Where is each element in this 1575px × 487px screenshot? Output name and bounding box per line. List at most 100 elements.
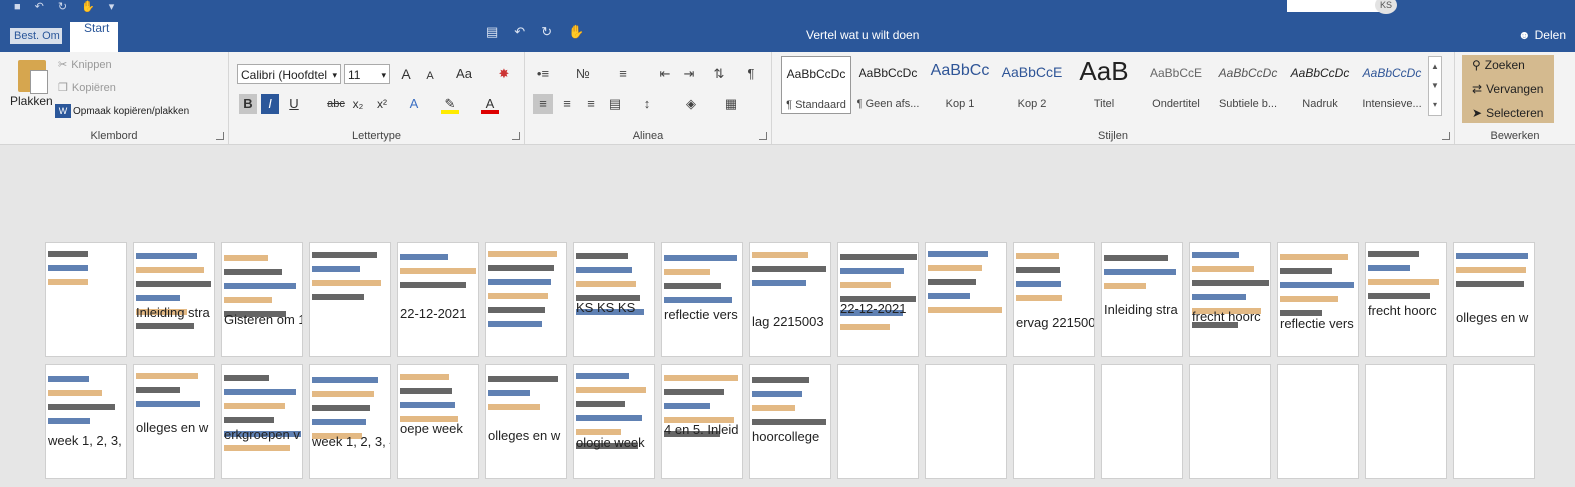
font-color-button[interactable]: A (481, 94, 499, 114)
file-thumbnail[interactable]: hoorcollege (749, 364, 831, 479)
style-subtle-emphasis[interactable]: AaBbCcDc Subtiele b... (1213, 56, 1283, 114)
font-size-combo[interactable]: 11 ▾ (344, 64, 390, 84)
file-thumbnail[interactable]: ologie week (573, 364, 655, 479)
file-thumbnail[interactable]: week 1, 2, 3, 4 (309, 364, 391, 479)
save-icon[interactable]: ■ (14, 0, 21, 14)
file-thumbnail[interactable]: 22-12-2021 (397, 242, 479, 357)
italic-button[interactable]: I (261, 94, 279, 114)
file-thumbnail[interactable] (485, 242, 567, 357)
file-thumbnail[interactable]: 22-12-2021 (837, 242, 919, 357)
multilevel-list-icon[interactable]: ≡ (613, 64, 633, 84)
layout-icon[interactable]: ▤ (486, 24, 498, 40)
file-thumbnail[interactable]: lag 2215003 (749, 242, 831, 357)
paste-icon[interactable] (18, 60, 48, 94)
file-thumbnail[interactable]: oepe week (397, 364, 479, 479)
style-intense-emphasis[interactable]: AaBbCcDc Intensieve... (1357, 56, 1427, 114)
share-button[interactable]: ☻ Delen (1518, 28, 1566, 42)
copy-button[interactable]: ❐ Kopiëren (58, 81, 116, 95)
show-marks-button[interactable]: ¶ (741, 64, 761, 84)
bold-button[interactable]: B (239, 94, 257, 114)
file-thumbnail[interactable] (309, 242, 391, 357)
file-thumbnail[interactable]: 4 en 5. Inleid (661, 364, 743, 479)
file-thumbnail[interactable]: week 1, 2, 3, (45, 364, 127, 479)
sort-icon[interactable]: ⇅ (709, 64, 729, 84)
redo-icon-2[interactable]: ↻ (541, 24, 552, 40)
file-thumbnail[interactable]: frecht hoorc (1189, 242, 1271, 357)
cut-button[interactable]: ✂ Knippen (58, 58, 112, 72)
clear-formatting-icon[interactable]: ✸ (495, 64, 513, 84)
style-heading-2[interactable]: AaBbCcE Kop 2 (997, 56, 1067, 114)
paragraph-launcher-icon[interactable] (759, 132, 767, 140)
file-thumbnail[interactable]: olleges en w (1453, 242, 1535, 357)
chevron-down-icon[interactable]: ▼ (1429, 76, 1441, 95)
style-subtitle[interactable]: AaBbCcE Ondertitel (1141, 56, 1211, 114)
bullets-icon[interactable]: •≡ (533, 64, 553, 84)
align-right-icon[interactable]: ≡ (581, 94, 601, 114)
file-thumbnail[interactable] (925, 364, 1007, 479)
redo-icon[interactable]: ↻ (58, 0, 67, 14)
file-thumbnail[interactable]: Inleiding stra (133, 242, 215, 357)
superscript-button[interactable]: x² (373, 94, 391, 114)
styles-gallery-scroll[interactable]: ▲ ▼ ▾ (1428, 56, 1442, 116)
tell-me-search[interactable]: Vertel wat u wilt doen (806, 28, 919, 42)
file-thumbnail[interactable] (1013, 364, 1095, 479)
file-thumbnail[interactable]: ervag 2215003 (1013, 242, 1095, 357)
tab-file[interactable]: Best. Om (10, 28, 62, 44)
undo-icon[interactable]: ↶ (35, 0, 44, 14)
subscript-button[interactable]: x₂ (349, 94, 367, 114)
style-standard[interactable]: AaBbCcDc ¶ Standaard (781, 56, 851, 114)
file-thumbnail[interactable]: erkgroepen v (221, 364, 303, 479)
align-left-icon[interactable]: ≡ (533, 94, 553, 114)
file-thumbnail[interactable]: reflectie vers (661, 242, 743, 357)
file-thumbnail[interactable]: Gisteren om 16 (221, 242, 303, 357)
gallery-more-icon[interactable]: ▾ (1429, 95, 1441, 114)
style-heading-1[interactable]: AaBbCc Kop 1 (925, 56, 995, 114)
file-thumbnail[interactable] (1277, 364, 1359, 479)
chevron-up-icon[interactable]: ▲ (1429, 57, 1441, 76)
strikethrough-button[interactable]: abc (325, 94, 347, 114)
align-center-icon[interactable]: ≡ (557, 94, 577, 114)
format-painter-button[interactable]: W Opmaak kopiëren/plakken (55, 104, 189, 118)
avatar[interactable]: KS (1375, 0, 1397, 14)
file-thumbnail[interactable]: reflectie vers (1277, 242, 1359, 357)
select-button[interactable]: ➤ Selecteren (1472, 106, 1543, 120)
file-thumbnail[interactable] (1189, 364, 1271, 479)
text-effects-button[interactable]: A (405, 94, 423, 114)
grow-font-button[interactable]: A (397, 64, 415, 84)
borders-icon[interactable]: ▦ (721, 94, 741, 114)
tab-start[interactable]: Start (70, 21, 118, 52)
shrink-font-button[interactable]: A (421, 66, 439, 86)
shading-icon[interactable]: ◈ (681, 94, 701, 114)
style-no-spacing[interactable]: AaBbCcDc ¶ Geen afs... (853, 56, 923, 114)
file-thumbnail[interactable] (1453, 364, 1535, 479)
file-thumbnail[interactable] (1101, 364, 1183, 479)
find-button[interactable]: ⚲ Zoeken (1472, 58, 1525, 72)
line-spacing-icon[interactable]: ↕ (637, 94, 657, 114)
undo-icon-2[interactable]: ↶ (514, 24, 525, 40)
file-thumbnail[interactable]: Inleiding stra (1101, 242, 1183, 357)
file-thumbnail[interactable]: KS KS KS (573, 242, 655, 357)
font-family-combo[interactable]: Calibri (Hoofdtel ▾ (237, 64, 341, 84)
increase-indent-icon[interactable]: ⇥ (679, 64, 699, 84)
clipboard-launcher-icon[interactable] (216, 132, 224, 140)
file-thumbnail[interactable] (45, 242, 127, 357)
style-emphasis[interactable]: AaBbCcDc Nadruk (1285, 56, 1355, 114)
file-thumbnail[interactable]: frecht hoorc (1365, 242, 1447, 357)
file-thumbnail[interactable] (925, 242, 1007, 357)
replace-button[interactable]: ⇄ Vervangen (1472, 82, 1543, 96)
file-thumbnail[interactable] (837, 364, 919, 479)
change-case-button[interactable]: Aa (451, 64, 477, 84)
file-thumbnail[interactable]: olleges en w (133, 364, 215, 479)
style-title[interactable]: AaB Titel (1069, 56, 1139, 114)
decrease-indent-icon[interactable]: ⇤ (655, 64, 675, 84)
underline-button[interactable]: U (285, 94, 303, 114)
file-thumbnail[interactable]: olleges en w (485, 364, 567, 479)
file-thumbnail[interactable] (1365, 364, 1447, 479)
font-launcher-icon[interactable] (512, 132, 520, 140)
highlight-icon[interactable]: ✎ (441, 94, 459, 114)
touch-icon-2[interactable]: ✋ (568, 24, 584, 40)
justify-icon[interactable]: ▤ (605, 94, 625, 114)
styles-launcher-icon[interactable] (1442, 132, 1450, 140)
numbering-icon[interactable]: № (573, 64, 593, 84)
customize-qat-icon[interactable]: ▾ (109, 0, 115, 14)
